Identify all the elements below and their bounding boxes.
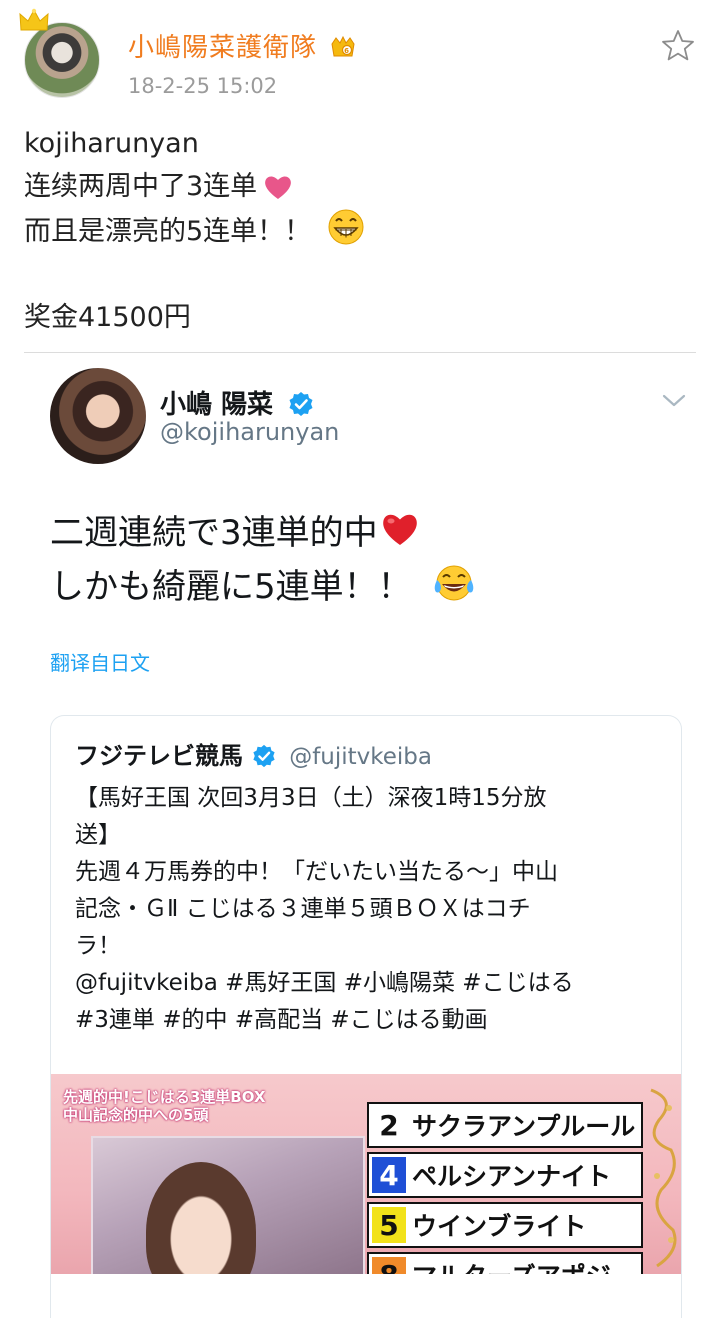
quoted-line-hashtags[interactable]: @fujitvkeiba #馬好王国 #小嶋陽菜 #こじはる <box>75 965 665 1002</box>
verified-icon <box>253 744 275 768</box>
horse-number: 2 <box>372 1107 406 1143</box>
media-banner-line: 中山記念的中への5頭 <box>63 1106 209 1124</box>
poster-name-label[interactable]: 小嶋陽菜護衛隊 <box>128 33 317 63</box>
post-line: 奖金41500円 <box>24 302 191 333</box>
tweet-line-text: 二週連続で3連単的中 <box>50 513 378 553</box>
post-gap <box>24 253 694 296</box>
ornament-icon <box>650 1088 677 1268</box>
horse-number: 8 <box>372 1257 406 1274</box>
heart-icon <box>265 176 292 199</box>
post-timestamp: 18-2-25 15:02 <box>128 74 278 98</box>
tweet-line: 二週連続で3連単的中 <box>50 506 690 560</box>
chevron-down-icon[interactable] <box>660 390 688 410</box>
svg-text:6: 6 <box>344 47 350 55</box>
quoted-author-name[interactable]: フジテレビ競馬 <box>75 742 243 770</box>
poster-name[interactable]: 小嶋陽菜護衛隊 6 <box>128 27 356 64</box>
star-icon[interactable] <box>660 28 696 64</box>
tweet-line: しかも綺麗に5連単！！ <box>50 560 690 614</box>
post-body: kojiharunyan 连续两周中了3连单 而且是漂亮的5连单！！ 奖金415… <box>24 122 694 339</box>
horse-number: 4 <box>372 1157 406 1193</box>
post-line-text: 连续两周中了3连单 <box>24 171 258 202</box>
translate-link[interactable]: 翻译自日文 <box>50 647 150 676</box>
red-heart-icon <box>382 514 417 545</box>
quoted-line-hashtags[interactable]: #3連単 #的中 #高配当 #こじはる動画 <box>75 1002 665 1039</box>
media-banner-line: 先週的中!こじはる3連単BOX <box>63 1088 266 1106</box>
tweet-avatar[interactable] <box>50 368 146 464</box>
quoted-author-handle[interactable]: @fujitvkeiba <box>289 744 432 770</box>
post-line: 而且是漂亮的5连单！！ <box>24 208 694 253</box>
tweet-author-name[interactable]: 小嶋 陽菜 <box>160 390 273 420</box>
crown-icon <box>19 8 49 31</box>
poster-avatar-wrap[interactable] <box>19 8 100 98</box>
media-horse-row: 5 ウインブライト <box>367 1202 643 1248</box>
verified-icon <box>289 392 313 416</box>
post-line-text: 而且是漂亮的5连单！！ <box>24 216 312 247</box>
quoted-media-thumbnail[interactable]: 先週的中!こじはる3連単BOX 中山記念的中への5頭 2 サクラアンプルール 4… <box>51 1074 681 1274</box>
post-line: 连续两周中了3连单 <box>24 165 694 208</box>
horse-name: ペルシアンナイト <box>412 1162 612 1191</box>
grin-emoji-icon <box>328 209 364 245</box>
quoted-tweet-text: 【馬好王国 次回3月3日（土）深夜1時15分放 送】 先週４万馬券的中！「だいた… <box>75 780 665 1039</box>
tweet-handle[interactable]: @kojiharunyan <box>160 418 339 446</box>
quoted-line: 記念・ＧⅡ こじはる３連単５頭ＢＯＸはコチ <box>75 896 531 922</box>
media-horse-list: 2 サクラアンプルール 4 ペルシアンナイト 5 ウインブライト 8 マルターズ… <box>367 1102 643 1274</box>
media-horse-row: 8 マルターズアポジ <box>367 1252 643 1274</box>
media-banner: 先週的中!こじはる3連単BOX 中山記念的中への5頭 <box>63 1088 266 1124</box>
tweet-text: 二週連続で3連単的中 しかも綺麗に5連単！！ <box>50 506 690 614</box>
media-horse-row: 2 サクラアンプルール <box>367 1102 643 1148</box>
quoted-line: 送】 <box>75 822 121 848</box>
divider <box>24 352 696 353</box>
post-line[interactable]: kojiharunyan <box>24 122 694 165</box>
quoted-line: 先週４万馬券的中！「だいたい当たる～」中山 <box>75 859 558 885</box>
horse-number: 5 <box>372 1207 406 1243</box>
media-horse-row: 4 ペルシアンナイト <box>367 1152 643 1198</box>
quoted-line: ラ！ <box>75 933 121 959</box>
horse-name: ウインブライト <box>412 1212 587 1241</box>
tweet-author[interactable]: 小嶋 陽菜 <box>160 384 314 421</box>
horse-name: マルターズアポジ <box>412 1257 611 1274</box>
vip-badge-icon: 6 <box>331 36 355 57</box>
horse-name: サクラアンプルール <box>412 1112 636 1141</box>
tweet-line-text: しかも綺麗に5連単！！ <box>50 567 412 607</box>
tears-of-joy-emoji-icon <box>434 565 473 601</box>
quoted-line: 【馬好王国 次回3月3日（土）深夜1時15分放 <box>75 785 547 811</box>
quoted-tweet-header: フジテレビ競馬 @fujitvkeiba <box>75 736 432 771</box>
quoted-tweet-card[interactable]: フジテレビ競馬 @fujitvkeiba 【馬好王国 次回3月3日（土）深夜1時… <box>50 715 682 1318</box>
